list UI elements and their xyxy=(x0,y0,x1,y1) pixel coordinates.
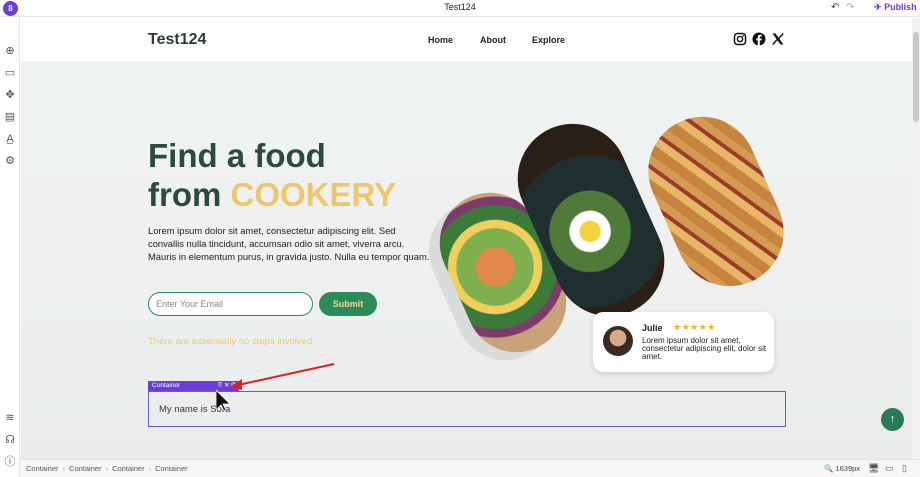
page-canvas: Test124 Home About Explore Find a food f… xyxy=(21,18,912,459)
add-icon[interactable]: ⊕ xyxy=(3,44,17,58)
zoom-icon: 🔍 xyxy=(824,464,834,473)
desktop-view-icon[interactable]: 🖥 xyxy=(868,463,879,474)
tablet-view-icon[interactable]: ▭ xyxy=(885,463,894,474)
nav-link-explore[interactable]: Explore xyxy=(532,35,565,45)
settings-icon[interactable]: ⚙ xyxy=(3,154,17,168)
publish-button[interactable]: ✈ Publish xyxy=(874,2,917,13)
submit-button[interactable]: Submit xyxy=(319,292,377,316)
hero-title-line2: from COOKERY xyxy=(148,175,396,214)
reviewer-avatar xyxy=(603,326,633,356)
container-label-text: Container xyxy=(152,382,181,389)
publish-label: Publish xyxy=(884,2,917,12)
email-input[interactable]: Enter Your Email xyxy=(148,292,313,316)
canvas-scrollbar[interactable] xyxy=(912,18,920,459)
undo-icon[interactable]: ↶ xyxy=(831,2,839,14)
red-annotation-arrow xyxy=(216,363,335,410)
hero-title: Find a food from COOKERY xyxy=(148,136,396,214)
pages-icon[interactable]: ▤ xyxy=(3,110,17,124)
star-rating: ★★★★★ xyxy=(673,322,716,332)
review-text: Lorem ipsum dolor sit amet, consectetur … xyxy=(642,336,767,361)
editor-topbar: 8 Test124 ↶ ↷ ✈ Publish xyxy=(0,0,920,17)
mouse-cursor-icon xyxy=(216,389,231,410)
breadcrumb-item[interactable]: Container xyxy=(26,464,59,473)
instagram-icon[interactable] xyxy=(733,32,747,46)
layers-icon[interactable]: ≋ xyxy=(3,411,17,425)
review-card: Julie ★★★★★ Lorem ipsum dolor sit amet, … xyxy=(593,312,774,372)
nav-link-home[interactable]: Home xyxy=(428,35,453,45)
nav-link-about[interactable]: About xyxy=(480,35,506,45)
redo-icon[interactable]: ↷ xyxy=(846,2,854,14)
status-bar: Container › Container › Container › Cont… xyxy=(20,459,920,477)
mobile-view-icon[interactable]: ▯ xyxy=(902,463,907,474)
x-twitter-icon[interactable] xyxy=(771,32,785,46)
tagline: There are essentially no steps involved. xyxy=(148,336,315,347)
breadcrumb-item[interactable]: Container xyxy=(69,464,102,473)
site-brand[interactable]: Test124 xyxy=(148,31,206,49)
info-icon[interactable]: ⓘ xyxy=(3,455,17,469)
scrollbar-thumb[interactable] xyxy=(913,32,919,122)
breadcrumb: Container › Container › Container › Cont… xyxy=(26,464,188,473)
breadcrumb-item[interactable]: Container xyxy=(112,464,145,473)
breadcrumb-item[interactable]: Container xyxy=(155,464,188,473)
breadcrumb-separator: › xyxy=(148,464,152,473)
typography-icon[interactable]: A̲ xyxy=(3,132,17,146)
site-header: Test124 Home About Explore xyxy=(21,18,912,61)
support-icon[interactable]: ☊ xyxy=(3,433,17,447)
reviewer-name: Julie xyxy=(642,323,663,333)
zoom-value: 1639px xyxy=(835,464,861,473)
scroll-to-top-button[interactable]: ↑ xyxy=(881,408,904,431)
hero-description: Lorem ipsum dolor sit amet, consectetur … xyxy=(148,225,430,262)
components-icon[interactable]: ✥ xyxy=(3,88,17,102)
hero-title-from: from xyxy=(148,176,231,213)
breadcrumb-separator: › xyxy=(105,464,109,473)
breadcrumb-separator: › xyxy=(62,464,66,473)
facebook-icon[interactable] xyxy=(752,32,766,46)
rocket-icon: ✈ xyxy=(874,2,882,12)
zoom-indicator[interactable]: 🔍 1639px xyxy=(824,464,860,473)
document-title: Test124 xyxy=(444,2,476,12)
left-toolbar: ⊕ ▭ ✥ ▤ A̲ ⚙ ≋ ☊ ⓘ xyxy=(0,17,20,477)
hero-title-brand-accent: COOKERY xyxy=(230,176,397,213)
hero-title-line1: Find a food xyxy=(148,137,326,174)
layout-icon[interactable]: ▭ xyxy=(3,66,17,80)
